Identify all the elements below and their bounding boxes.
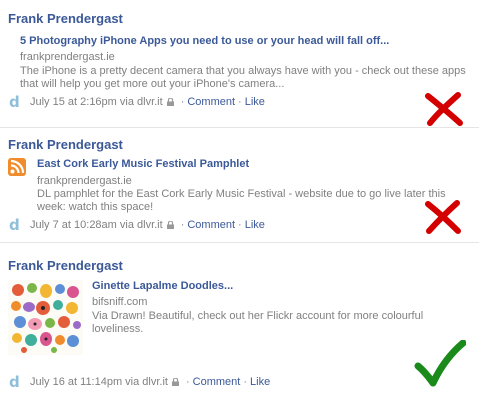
story-timestamp[interactable]: July 16 at 11:14pm via dlvr.it [30,376,168,388]
lock-icon [166,98,174,106]
attachment-description: The iPhone is a pretty decent camera tha… [20,65,466,90]
story-meta: July 15 at 2:16pm via dlvr.it · Comment … [30,96,265,108]
comment-link[interactable]: Comment [187,96,235,108]
story-author-link[interactable]: Frank Prendergast [8,137,123,152]
comment-link[interactable]: Comment [187,219,235,231]
attachment-domain: frankprendergast.ie [37,175,132,187]
story-author-link[interactable]: Frank Prendergast [8,258,123,273]
attachment-description: DL pamphlet for the East Cork Early Musi… [37,188,446,213]
feed-story: Frank Prendergast 5 Photography iPhone A… [0,0,479,128]
story-timestamp[interactable]: July 7 at 10:28am via dlvr.it [30,219,163,231]
story-meta: July 7 at 10:28am via dlvr.it · Comment … [30,219,265,231]
news-feed: Frank Prendergast 5 Photography iPhone A… [0,0,479,403]
feed-story: Frank Prendergast East Cork Early Music … [0,128,479,243]
green-checkmark-icon [414,340,466,387]
like-link[interactable]: Like [250,376,270,388]
dlvr-icon: d [9,93,20,111]
story-meta: July 16 at 11:14pm via dlvr.it · Comment… [30,376,271,388]
lock-icon [171,378,179,386]
rss-icon [8,158,26,176]
doodles-thumbnail-image[interactable] [8,280,83,355]
lock-icon [166,221,174,229]
attachment-title-link[interactable]: 5 Photography iPhone Apps you need to us… [20,35,389,47]
red-cross-icon [425,92,463,126]
red-cross-icon [425,200,461,234]
dlvr-icon: d [9,216,20,234]
dlvr-icon: d [9,373,20,391]
like-link[interactable]: Like [245,96,265,108]
like-link[interactable]: Like [245,219,265,231]
attachment-domain: frankprendergast.ie [20,51,115,63]
comment-link[interactable]: Comment [193,376,241,388]
story-timestamp[interactable]: July 15 at 2:16pm via dlvr.it [30,96,163,108]
attachment-title-link[interactable]: Ginette Lapalme Doodles... [92,280,233,292]
attachment-description: Via Drawn! Beautiful, check out her Flic… [92,310,424,335]
feed-story: Frank Prendergast Ginette Lapalme Doodle… [0,243,479,403]
attachment-domain: bifsniff.com [92,296,148,308]
story-author-link[interactable]: Frank Prendergast [8,11,123,26]
attachment-title-link[interactable]: East Cork Early Music Festival Pamphlet [37,158,249,170]
